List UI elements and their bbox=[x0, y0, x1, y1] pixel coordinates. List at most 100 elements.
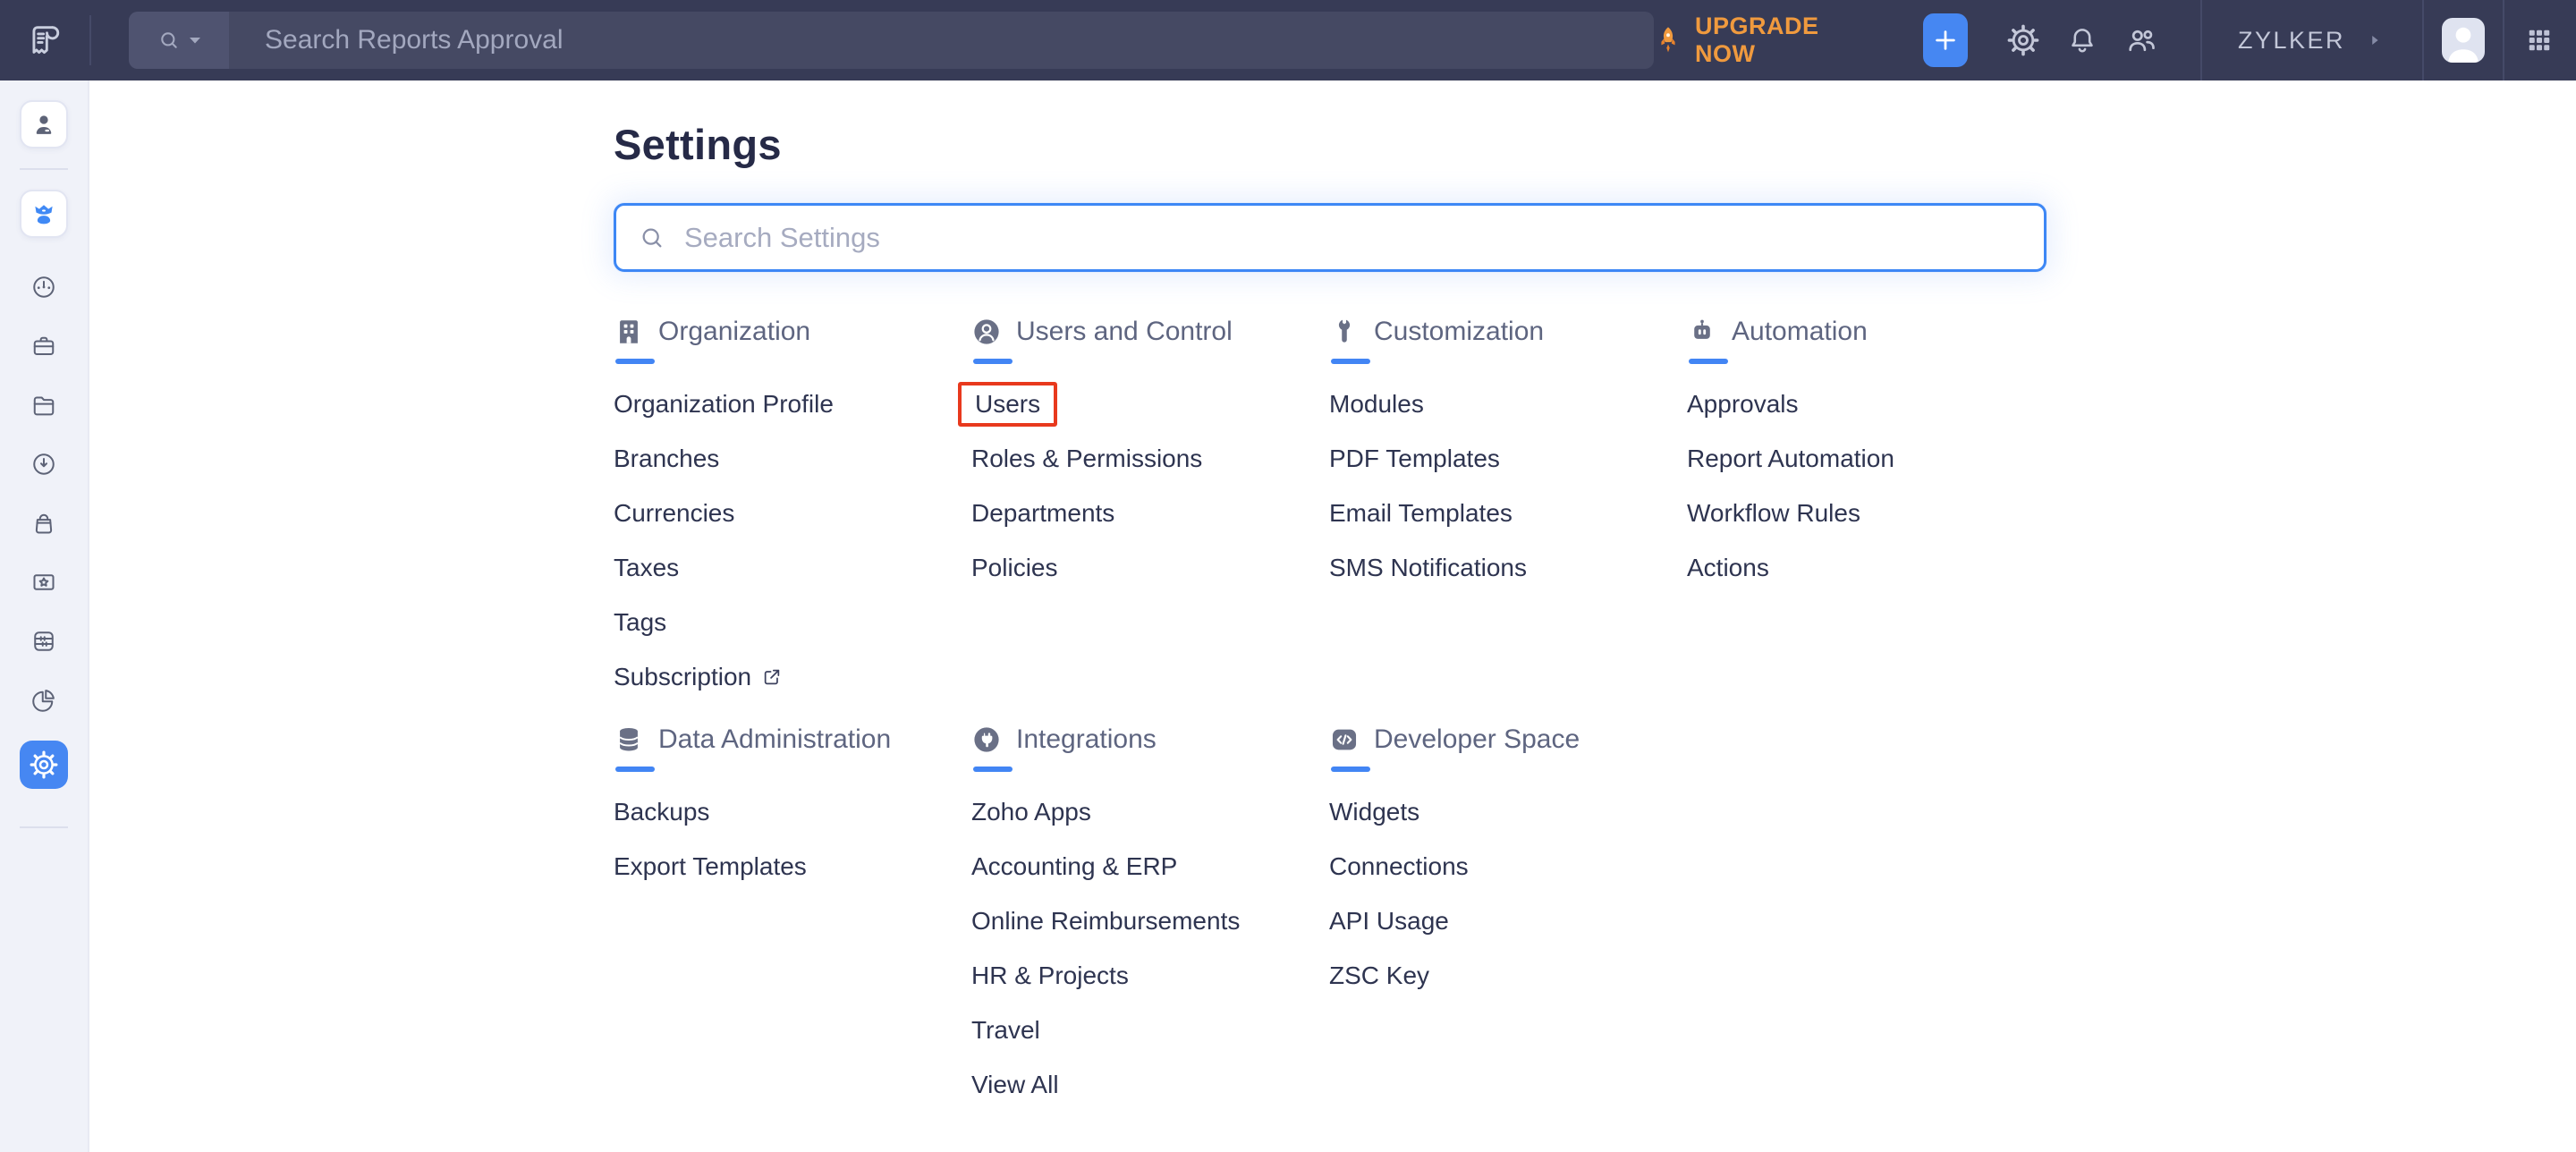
settings-link-label: HR & Projects bbox=[971, 961, 1129, 990]
settings-link-label: ZSC Key bbox=[1329, 961, 1429, 990]
topbar-divider bbox=[2422, 0, 2424, 80]
settings-link-label: Branches bbox=[614, 445, 719, 473]
settings-link-travel[interactable]: Travel bbox=[971, 1016, 1040, 1045]
settings-link-workflow-rules[interactable]: Workflow Rules bbox=[1687, 499, 1860, 528]
clock-arrow-icon bbox=[30, 451, 57, 478]
settings-sections-grid: OrganizationOrganization ProfileBranches… bbox=[614, 314, 2576, 1112]
settings-link-label: Workflow Rules bbox=[1687, 499, 1860, 528]
settings-gear-button[interactable] bbox=[2005, 21, 2041, 60]
settings-link-label: Accounting & ERP bbox=[971, 852, 1177, 881]
settings-link-view-all[interactable]: View All bbox=[971, 1071, 1059, 1099]
upgrade-now-button[interactable]: UPGRADE NOW bbox=[1654, 13, 1877, 68]
settings-link-email-templates[interactable]: Email Templates bbox=[1329, 499, 1513, 528]
settings-link-export-templates[interactable]: Export Templates bbox=[614, 852, 807, 881]
building-icon bbox=[614, 317, 644, 347]
sidebar-item-star-card-nav[interactable] bbox=[20, 558, 68, 606]
settings-link-widgets[interactable]: Widgets bbox=[1329, 798, 1419, 826]
global-search-input[interactable] bbox=[229, 12, 1654, 69]
settings-link-label: Widgets bbox=[1329, 798, 1419, 826]
settings-link-online-reimbursements[interactable]: Online Reimbursements bbox=[971, 907, 1240, 936]
people-icon bbox=[2125, 24, 2157, 56]
settings-link-subscription[interactable]: Subscription bbox=[614, 663, 782, 691]
settings-link-label: Users bbox=[975, 390, 1040, 419]
app-logo-button[interactable] bbox=[0, 0, 89, 80]
quick-add-button[interactable] bbox=[1923, 13, 1968, 67]
sidebar-item-clock-history-nav[interactable] bbox=[20, 440, 68, 488]
settings-link-zsc-key[interactable]: ZSC Key bbox=[1329, 961, 1429, 990]
settings-link-label: Connections bbox=[1329, 852, 1469, 881]
settings-link-connections[interactable]: Connections bbox=[1329, 852, 1469, 881]
section-items: Backups Export Templates bbox=[614, 784, 971, 894]
settings-link-currencies[interactable]: Currencies bbox=[614, 499, 734, 528]
section-accent-underline bbox=[615, 359, 655, 364]
section-header: Automation bbox=[1687, 314, 2045, 350]
settings-link-sms-notifications[interactable]: SMS Notifications bbox=[1329, 554, 1527, 582]
shopping-bag-icon bbox=[30, 510, 57, 537]
settings-link-report-automation[interactable]: Report Automation bbox=[1687, 445, 1894, 473]
sidebar-item-folder-nav[interactable] bbox=[20, 381, 68, 429]
settings-link-actions[interactable]: Actions bbox=[1687, 554, 1769, 582]
page-title: Settings bbox=[614, 120, 2576, 169]
settings-link-policies[interactable]: Policies bbox=[971, 554, 1057, 582]
settings-link-hr-projects[interactable]: HR & Projects bbox=[971, 961, 1129, 990]
star-card-icon bbox=[30, 569, 57, 596]
section-title: Integrations bbox=[1016, 724, 1157, 755]
settings-section-integrations: Integrations Zoho Apps Accounting & ERP Onl… bbox=[971, 722, 1329, 1112]
sidebar-item-briefcase-nav[interactable] bbox=[20, 322, 68, 370]
plus-icon bbox=[1932, 27, 1959, 54]
notifications-bell-button[interactable] bbox=[2064, 21, 2100, 60]
section-accent-underline bbox=[1331, 359, 1370, 364]
topbar: UPGRADE NOW bbox=[0, 0, 2576, 80]
list-item: View All bbox=[971, 1057, 1329, 1112]
settings-link-organization-profile[interactable]: Organization Profile bbox=[614, 390, 834, 419]
sidebar-item-shopping-bag-nav[interactable] bbox=[20, 499, 68, 547]
settings-link-label: Taxes bbox=[614, 554, 679, 582]
settings-link-label: Currencies bbox=[614, 499, 734, 528]
user-avatar[interactable] bbox=[2442, 18, 2485, 63]
settings-link-departments[interactable]: Departments bbox=[971, 499, 1114, 528]
settings-link-approvals[interactable]: Approvals bbox=[1687, 390, 1799, 419]
settings-link-tags[interactable]: Tags bbox=[614, 608, 666, 637]
settings-link-label: Subscription bbox=[614, 663, 751, 691]
sidebar-item-abacus-nav[interactable] bbox=[20, 617, 68, 665]
sidebar-item-pie-chart-nav[interactable] bbox=[20, 676, 68, 724]
topbar-divider bbox=[2503, 0, 2504, 80]
settings-link-roles-permissions[interactable]: Roles & Permissions bbox=[971, 445, 1202, 473]
sidebar-item-gauge-nav[interactable] bbox=[20, 263, 68, 311]
list-item: Tags bbox=[614, 595, 971, 649]
upgrade-now-label: UPGRADE NOW bbox=[1695, 13, 1877, 68]
settings-link-users[interactable]: Users bbox=[958, 382, 1057, 427]
settings-link-pdf-templates[interactable]: PDF Templates bbox=[1329, 445, 1500, 473]
settings-link-taxes[interactable]: Taxes bbox=[614, 554, 679, 582]
list-item: Subscription bbox=[614, 649, 971, 704]
section-title: Developer Space bbox=[1374, 724, 1580, 755]
settings-link-label: Organization Profile bbox=[614, 390, 834, 419]
settings-link-branches[interactable]: Branches bbox=[614, 445, 719, 473]
section-items: Users Roles & Permissions Departments Polic… bbox=[971, 377, 1329, 595]
list-item: Zoho Apps bbox=[971, 784, 1329, 839]
list-item: API Usage bbox=[1329, 894, 1687, 948]
list-item: Approvals bbox=[1687, 377, 2045, 431]
settings-link-accounting-erp[interactable]: Accounting & ERP bbox=[971, 852, 1177, 881]
sidebar-item-settings-nav-active[interactable] bbox=[20, 741, 68, 789]
settings-link-api-usage[interactable]: API Usage bbox=[1329, 907, 1449, 936]
sidebar-item-user-card-nav[interactable] bbox=[20, 100, 68, 148]
settings-link-backups[interactable]: Backups bbox=[614, 798, 709, 826]
settings-section-developer-space: Developer Space Widgets Connections API Usa… bbox=[1329, 722, 1687, 1112]
settings-search-input[interactable] bbox=[684, 206, 2044, 269]
referrals-people-button[interactable] bbox=[2123, 21, 2159, 60]
search-category-selector[interactable] bbox=[129, 12, 229, 69]
section-header: Users and Control bbox=[971, 314, 1329, 350]
settings-link-modules[interactable]: Modules bbox=[1329, 390, 1424, 419]
section-header: Customization bbox=[1329, 314, 1687, 350]
settings-link-label: Approvals bbox=[1687, 390, 1799, 419]
settings-link-zoho-apps[interactable]: Zoho Apps bbox=[971, 798, 1091, 826]
sidebar-item-crown-user-card-nav[interactable] bbox=[20, 190, 68, 238]
apps-grid-button[interactable] bbox=[2526, 27, 2553, 54]
settings-link-label: Report Automation bbox=[1687, 445, 1894, 473]
org-switcher[interactable]: ZYLKER bbox=[2202, 0, 2422, 80]
section-title: Automation bbox=[1732, 317, 1868, 347]
code-box-icon bbox=[1329, 724, 1360, 755]
list-item: HR & Projects bbox=[971, 948, 1329, 1003]
settings-section-automation: Automation Approvals Report Automation Work… bbox=[1687, 314, 2045, 704]
